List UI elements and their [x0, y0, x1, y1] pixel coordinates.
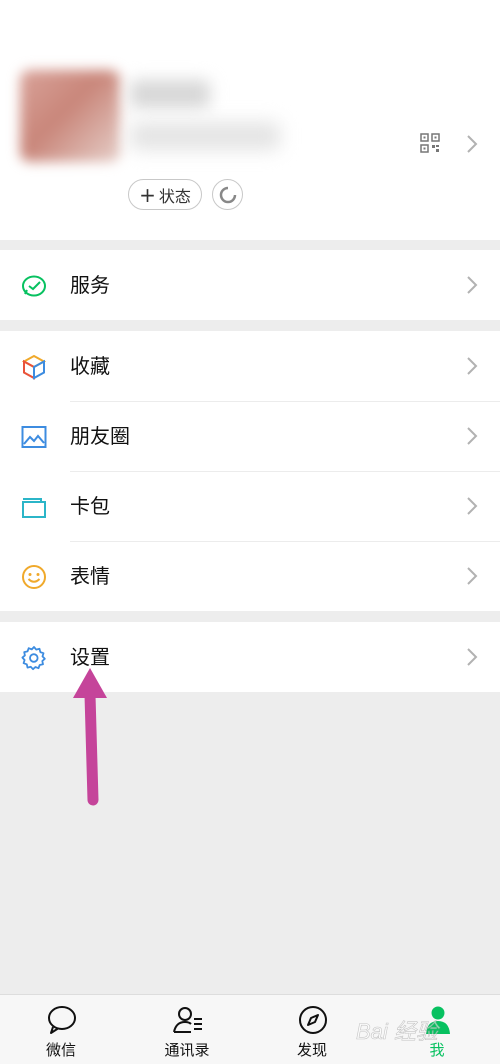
menu-item-moments[interactable]: 朋友圈: [0, 401, 500, 471]
contacts-icon: [173, 1007, 202, 1033]
tab-discover[interactable]: 发现: [267, 995, 357, 1064]
menu-label-settings: 设置: [70, 645, 110, 669]
menu-item-service[interactable]: 服务: [0, 250, 500, 320]
menu-group-service: 服务: [0, 250, 500, 320]
menu-label-favorites: 收藏: [70, 354, 110, 378]
svg-text:Bai 经验: Bai 经验: [356, 1019, 441, 1044]
tab-label: 微信: [45, 1041, 76, 1059]
chevron-right-icon: [467, 648, 478, 666]
service-icon: [22, 275, 46, 297]
tab-label: 通讯录: [164, 1041, 210, 1059]
chevron-right-icon: [467, 276, 478, 294]
chevron-right-icon: [467, 357, 478, 375]
compass-icon: [299, 1006, 327, 1034]
menu-item-cards[interactable]: 卡包: [0, 471, 500, 541]
baidu-watermark-icon: Bai 经验: [356, 1019, 442, 1045]
plus-icon: +: [139, 182, 156, 207]
chevron-right-icon: [467, 497, 478, 515]
smiley-icon: [22, 565, 46, 589]
qr-code-icon[interactable]: [420, 133, 440, 153]
moments-image-icon: [21, 426, 47, 448]
menu-item-favorites[interactable]: 收藏: [0, 331, 500, 401]
menu-label-moments: 朋友圈: [70, 424, 130, 448]
chevron-right-icon: [467, 567, 478, 585]
profile-id-blurred: [130, 122, 280, 150]
status-history-button[interactable]: [212, 179, 243, 210]
tab-contacts[interactable]: 通讯录: [142, 995, 232, 1064]
card-wallet-icon: [22, 498, 46, 518]
menu-label-stickers: 表情: [70, 564, 110, 588]
add-status-button[interactable]: + 状态: [128, 179, 202, 210]
menu-group-settings: 设置: [0, 622, 500, 692]
chevron-right-icon: [467, 427, 478, 445]
menu-label-cards: 卡包: [70, 494, 110, 518]
favorites-cube-icon: [21, 354, 47, 380]
chevron-right-icon[interactable]: [466, 134, 478, 154]
avatar[interactable]: [20, 70, 120, 162]
menu-group-main: 收藏 朋友圈 卡包 表情: [0, 331, 500, 611]
menu-label-service: 服务: [70, 273, 110, 297]
refresh-icon: [219, 186, 236, 203]
profile-header[interactable]: + 状态: [0, 0, 500, 240]
gear-icon: [21, 646, 46, 671]
status-label: 状态: [158, 186, 191, 206]
menu-item-settings[interactable]: 设置: [0, 622, 500, 692]
tab-label: 发现: [296, 1041, 327, 1059]
tab-chats[interactable]: 微信: [16, 995, 106, 1064]
chat-bubble-icon: [48, 1006, 76, 1034]
profile-name-blurred: [130, 80, 210, 108]
menu-item-stickers[interactable]: 表情: [0, 541, 500, 611]
